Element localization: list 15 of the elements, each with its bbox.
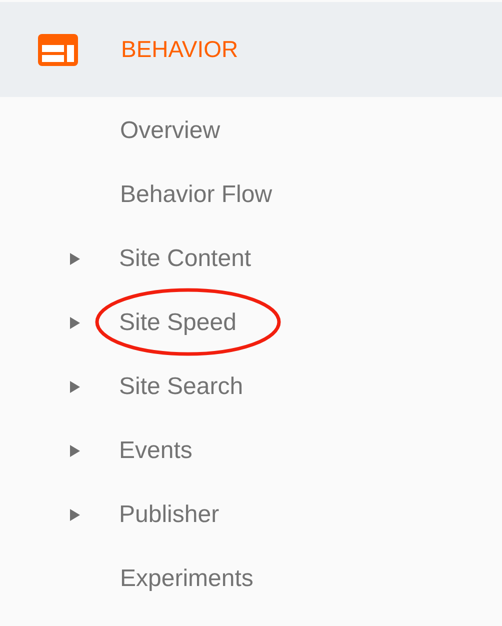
expand-triangle-icon[interactable] — [70, 381, 80, 393]
section-title: BEHAVIOR — [121, 36, 238, 63]
expand-triangle-icon[interactable] — [70, 445, 80, 457]
menu-item[interactable]: Site Search — [119, 373, 244, 401]
menu-item[interactable]: Publisher — [119, 501, 220, 529]
expand-triangle-icon[interactable] — [70, 509, 80, 521]
menu-item[interactable]: Behavior Flow — [120, 181, 272, 209]
menu-item[interactable]: Events — [119, 437, 192, 465]
expand-triangle-icon[interactable] — [70, 253, 80, 265]
expand-triangle-icon[interactable] — [70, 317, 80, 329]
menu-item[interactable]: Site Content — [119, 245, 252, 273]
layout-icon — [38, 34, 78, 66]
section-header[interactable]: BEHAVIOR — [0, 2, 502, 97]
menu-item[interactable]: Experiments — [120, 565, 254, 593]
menu-item[interactable]: Overview — [120, 117, 220, 145]
